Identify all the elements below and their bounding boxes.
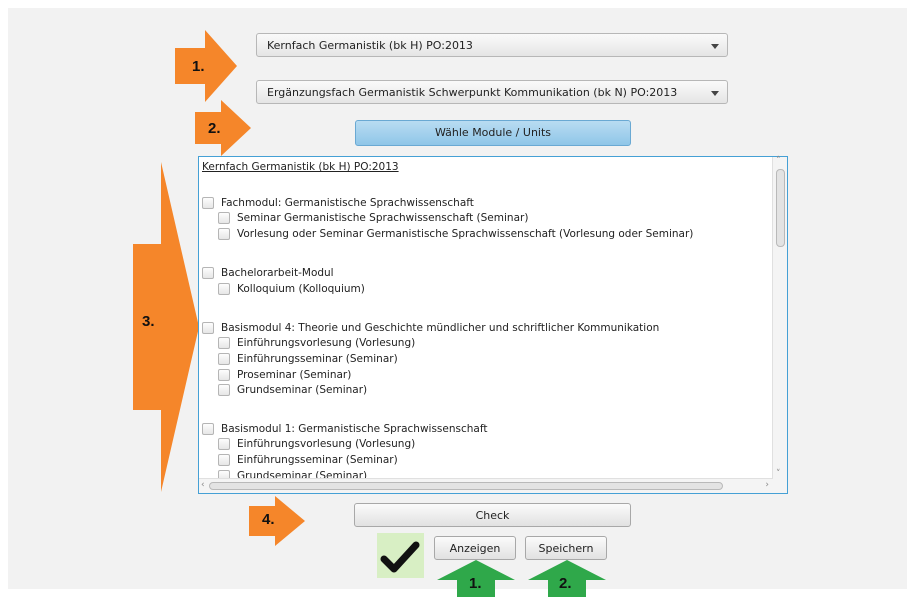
step-1-label: 1. bbox=[192, 58, 205, 75]
step-1-arrow bbox=[175, 30, 237, 102]
unit-checkbox[interactable] bbox=[218, 353, 230, 365]
module-tree-panel: Kernfach Germanistik (bk H) PO:2013 Fach… bbox=[198, 156, 788, 494]
unit-label: Einführungsseminar (Seminar) bbox=[237, 353, 398, 365]
major-subject-select[interactable]: Kernfach Germanistik (bk H) PO:2013 bbox=[256, 33, 728, 57]
unit-label: Grundseminar (Seminar) bbox=[237, 384, 368, 396]
unit-checkbox[interactable] bbox=[218, 283, 230, 295]
bottom-1-label: 1. bbox=[469, 575, 482, 592]
minor-subject-value: Ergänzungsfach Germanistik Schwerpunkt K… bbox=[267, 86, 678, 99]
unit-checkbox[interactable] bbox=[218, 337, 230, 349]
unit-checkbox[interactable] bbox=[218, 369, 230, 381]
unit-label: Einführungsseminar (Seminar) bbox=[237, 454, 398, 466]
unit-label: Einführungsvorlesung (Vorlesung) bbox=[237, 438, 416, 450]
tree-root-title: Kernfach Germanistik (bk H) PO:2013 bbox=[202, 161, 399, 173]
step-2-label: 2. bbox=[208, 120, 221, 137]
minor-subject-select[interactable]: Ergänzungsfach Germanistik Schwerpunkt K… bbox=[256, 80, 728, 104]
module-label: Fachmodul: Germanistische Sprachwissensc… bbox=[221, 197, 474, 209]
module-label: Bachelorarbeit-Modul bbox=[221, 267, 334, 279]
unit-checkbox[interactable] bbox=[218, 228, 230, 240]
choose-modules-button[interactable]: Wähle Module / Units bbox=[355, 120, 631, 146]
unit-label: Seminar Germanistische Sprachwissenschaf… bbox=[237, 212, 529, 224]
scroll-left-icon[interactable]: ‹ bbox=[201, 480, 205, 490]
vertical-scrollbar[interactable]: ˄ ˅ bbox=[772, 156, 787, 479]
unit-checkbox[interactable] bbox=[218, 384, 230, 396]
check-button[interactable]: Check bbox=[354, 503, 631, 527]
save-button[interactable]: Speichern bbox=[525, 536, 607, 560]
module-tree-content: Kernfach Germanistik (bk H) PO:2013 Fach… bbox=[199, 157, 773, 479]
step-3-label: 3. bbox=[142, 313, 155, 330]
horizontal-scrollbar[interactable]: ‹ › bbox=[199, 478, 773, 493]
check-result-box bbox=[377, 533, 424, 578]
horizontal-scroll-thumb[interactable] bbox=[209, 482, 723, 490]
checkmark-icon bbox=[380, 541, 420, 573]
vertical-scroll-thumb[interactable] bbox=[776, 169, 785, 247]
unit-label: Kolloquium (Kolloquium) bbox=[237, 283, 365, 295]
unit-checkbox[interactable] bbox=[218, 454, 230, 466]
unit-checkbox[interactable] bbox=[218, 212, 230, 224]
chevron-down-icon bbox=[711, 44, 719, 49]
scroll-down-icon[interactable]: ˅ bbox=[776, 469, 781, 479]
unit-label: Einführungsvorlesung (Vorlesung) bbox=[237, 337, 416, 349]
scroll-up-icon[interactable]: ˄ bbox=[776, 156, 781, 166]
scroll-right-icon[interactable]: › bbox=[765, 480, 769, 490]
major-subject-value: Kernfach Germanistik (bk H) PO:2013 bbox=[267, 39, 473, 52]
bottom-2-label: 2. bbox=[559, 575, 572, 592]
step-4-arrow bbox=[249, 496, 305, 546]
module-checkbox[interactable] bbox=[202, 322, 214, 334]
show-button[interactable]: Anzeigen bbox=[434, 536, 516, 560]
module-checkbox[interactable] bbox=[202, 423, 214, 435]
module-checkbox[interactable] bbox=[202, 197, 214, 209]
unit-checkbox[interactable] bbox=[218, 438, 230, 450]
module-label: Basismodul 4: Theorie und Geschichte mün… bbox=[221, 322, 660, 334]
chevron-down-icon bbox=[711, 91, 719, 96]
module-label: Basismodul 1: Germanistische Sprachwisse… bbox=[221, 423, 488, 435]
unit-label: Proseminar (Seminar) bbox=[237, 369, 352, 381]
step-4-label: 4. bbox=[262, 511, 275, 528]
module-checkbox[interactable] bbox=[202, 267, 214, 279]
unit-label: Vorlesung oder Seminar Germanistische Sp… bbox=[237, 228, 694, 240]
step-2-arrow bbox=[195, 100, 251, 156]
scroll-corner bbox=[773, 479, 787, 493]
